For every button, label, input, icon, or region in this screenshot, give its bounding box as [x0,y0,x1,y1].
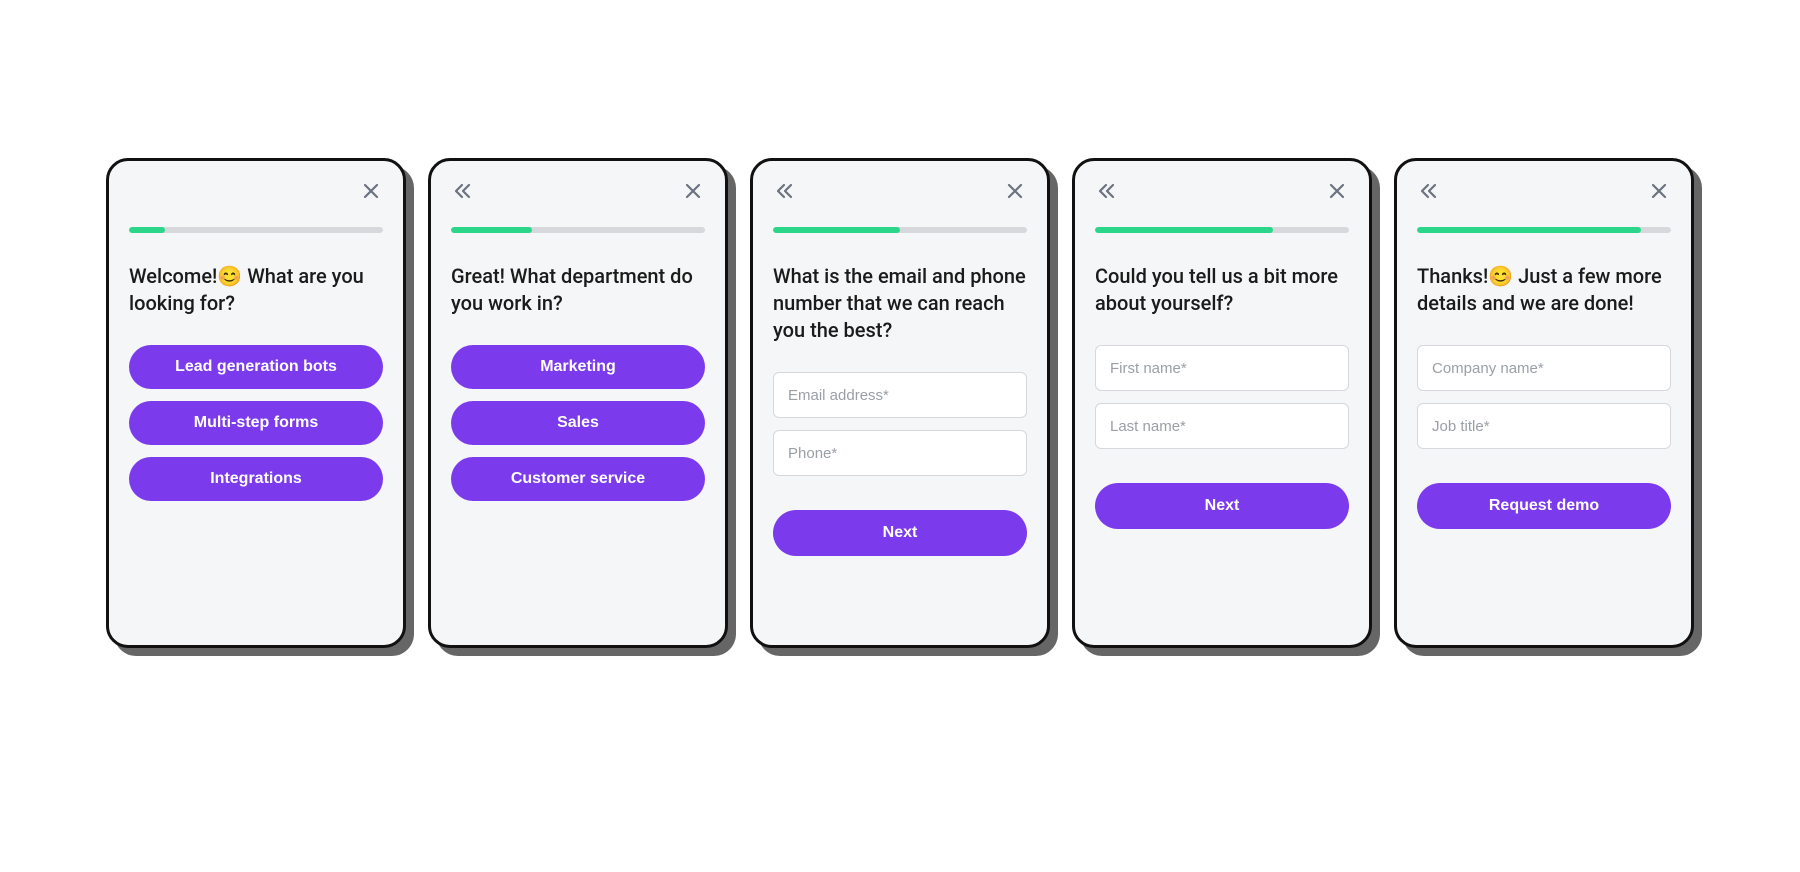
request-demo-button[interactable]: Request demo [1417,483,1671,529]
last-name-field[interactable] [1095,403,1349,449]
company-name-field[interactable] [1417,345,1671,391]
progress-fill [129,227,165,233]
option-sales[interactable]: Sales [451,401,705,445]
back-button[interactable] [1095,179,1119,203]
phone-field[interactable] [773,430,1027,476]
wizard-step-1: Welcome!😊 What are you looking for? Lead… [106,158,406,648]
progress-fill [773,227,900,233]
close-button[interactable] [1647,179,1671,203]
chevron-double-left-icon [453,183,473,199]
chevron-double-left-icon [1097,183,1117,199]
card-topbar [1095,179,1349,203]
close-button[interactable] [1003,179,1027,203]
progress-fill [1417,227,1641,233]
option-integrations[interactable]: Integrations [129,457,383,501]
wizard-step-3: What is the email and phone number that … [750,158,1050,648]
close-button[interactable] [359,179,383,203]
form-fields [1095,345,1349,449]
progress-bar [1417,227,1671,233]
step-prompt: What is the email and phone number that … [773,263,1027,344]
card-topbar [1417,179,1671,203]
progress-bar [773,227,1027,233]
card-topbar [451,179,705,203]
step-prompt: Thanks!😊 Just a few more details and we … [1417,263,1671,317]
step-prompt: Welcome!😊 What are you looking for? [129,263,383,317]
job-title-field[interactable] [1417,403,1671,449]
option-marketing[interactable]: Marketing [451,345,705,389]
close-icon [1651,183,1667,199]
progress-fill [1095,227,1273,233]
progress-bar [451,227,705,233]
close-icon [363,183,379,199]
close-icon [685,183,701,199]
form-fields [1417,345,1671,449]
next-button[interactable]: Next [1095,483,1349,529]
option-customer-service[interactable]: Customer service [451,457,705,501]
next-button[interactable]: Next [773,510,1027,556]
back-button[interactable] [451,179,475,203]
option-list: Marketing Sales Customer service [451,345,705,501]
step-prompt: Could you tell us a bit more about yours… [1095,263,1349,317]
close-icon [1007,183,1023,199]
wizard-step-2: Great! What department do you work in? M… [428,158,728,648]
topbar-spacer [129,179,153,203]
close-button[interactable] [681,179,705,203]
form-fields [773,372,1027,476]
wizard-step-5: Thanks!😊 Just a few more details and we … [1394,158,1694,648]
email-field[interactable] [773,372,1027,418]
step-prompt: Great! What department do you work in? [451,263,705,317]
back-button[interactable] [1417,179,1441,203]
option-lead-generation-bots[interactable]: Lead generation bots [129,345,383,389]
progress-bar [1095,227,1349,233]
card-topbar [129,179,383,203]
close-button[interactable] [1325,179,1349,203]
wizard-step-4: Could you tell us a bit more about yours… [1072,158,1372,648]
chevron-double-left-icon [1419,183,1439,199]
chevron-double-left-icon [775,183,795,199]
back-button[interactable] [773,179,797,203]
option-multi-step-forms[interactable]: Multi-step forms [129,401,383,445]
progress-bar [129,227,383,233]
card-topbar [773,179,1027,203]
progress-fill [451,227,532,233]
option-list: Lead generation bots Multi-step forms In… [129,345,383,501]
close-icon [1329,183,1345,199]
first-name-field[interactable] [1095,345,1349,391]
